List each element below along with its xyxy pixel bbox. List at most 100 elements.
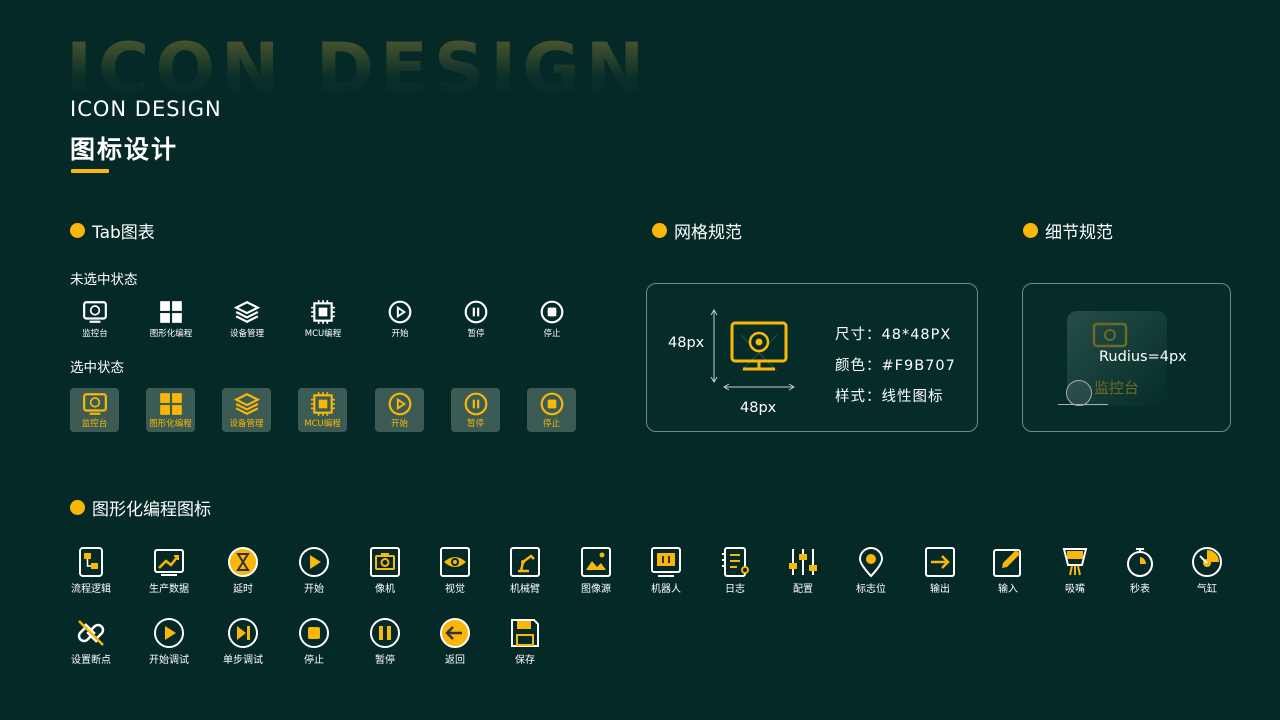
icon-nozzle[interactable]: 吸嘴 [1045,546,1105,595]
spec-size: 尺寸：48*48PX [835,327,952,343]
tab-pause-selected[interactable]: 暂停 [451,388,500,432]
debug-play-icon [154,618,184,648]
output-icon [925,547,955,577]
icon-production-data[interactable]: 生产数据 [139,546,199,595]
pause-icon [464,392,487,416]
section-grid-heading: 网格规范 [652,218,742,243]
icon-flag-position[interactable]: 标志位 [841,546,901,595]
icon-label: 开始 [304,584,324,595]
icon-log[interactable]: 日志 [705,546,765,595]
spec-style: 样式：线性图标 [835,389,944,405]
icon-robot-arm[interactable]: 机械臂 [495,546,555,595]
icon-start-debug[interactable]: 开始调试 [139,617,199,666]
tab-stop-selected[interactable]: 停止 [527,388,576,432]
tab-pause[interactable]: 暂停 [451,300,501,339]
chip-icon [311,300,335,324]
icon-stopwatch[interactable]: 秒表 [1110,546,1170,595]
icon-label: 停止 [304,655,324,666]
icon-stop-debug[interactable]: 停止 [284,617,344,666]
robot-arm-icon [510,547,540,577]
faded-monitor-icon [1092,322,1128,348]
tab-stop[interactable]: 停止 [527,300,577,339]
tab-label: 设备管理 [229,329,264,339]
tab-label: 图形化编程 [149,329,193,339]
image-icon [581,547,611,577]
faded-sample-label: 监控台 [1094,379,1140,397]
tab-start[interactable]: 开始 [375,300,425,339]
log-icon [722,547,749,577]
icon-input[interactable]: 输入 [978,546,1038,595]
icon-flow-logic[interactable]: 流程逻辑 [61,546,121,595]
tab-label: 暂停 [466,419,484,429]
icon-delay[interactable]: 延时 [213,546,273,595]
icon-vision[interactable]: 视觉 [425,546,485,595]
icon-start[interactable]: 开始 [284,546,344,595]
icon-config[interactable]: 配置 [773,546,833,595]
pause-icon [370,618,400,648]
chip-icon [310,392,335,416]
icon-label: 单步调试 [223,655,263,666]
icon-pause-debug[interactable]: 暂停 [355,617,415,666]
icon-label: 配置 [793,584,813,595]
icon-cylinder[interactable]: 气缸 [1177,546,1237,595]
tab-label: MCU编程 [304,419,341,429]
page-title: 图标设计 [70,135,179,164]
stop-icon [299,618,329,648]
tab-label: 暂停 [467,329,485,339]
selected-state-label: 选中状态 [70,360,124,376]
section-graphic-title: 图形化编程图标 [92,500,211,520]
icon-set-breakpoint[interactable]: 设置断点 [61,617,121,666]
play-icon [388,392,411,416]
icon-label: 标志位 [856,584,886,595]
icon-save[interactable]: 保存 [495,617,555,666]
breakpoint-icon [77,620,105,646]
gauge-icon [1192,547,1222,577]
icon-label: 秒表 [1130,584,1150,595]
icon-camera[interactable]: 像机 [355,546,415,595]
grid-blocks-icon [160,301,182,323]
flow-logic-icon [79,547,103,577]
width-label: 48px [740,400,777,416]
tab-monitor-selected[interactable]: 监控台 [70,388,119,432]
tab-graphic-programming[interactable]: 图形化编程 [146,300,196,339]
section-detail-title: 细节规范 [1045,223,1113,243]
spec-color: 颜色：#F9B707 [835,358,956,374]
icon-robot[interactable]: 机器人 [636,546,696,595]
stop-icon [540,392,563,416]
production-data-icon [154,549,184,576]
icon-step-debug[interactable]: 单步调试 [213,617,273,666]
tab-mcu-programming-selected[interactable]: MCU编程 [298,388,347,432]
icon-label: 返回 [445,655,465,666]
unselected-state-label: 未选中状态 [70,272,138,288]
location-pin-icon [858,547,884,578]
icon-image-source[interactable]: 图像源 [566,546,626,595]
icon-label: 输入 [998,584,1018,595]
radius-label: Rudius=4px [1099,349,1187,365]
title-english: ICON DESIGN [70,97,222,121]
sliders-icon [789,549,817,575]
save-icon [511,619,539,647]
icon-back[interactable]: 返回 [425,617,485,666]
icon-label: 生产数据 [149,584,189,595]
section-dot [1023,223,1038,238]
layers-icon [234,301,260,323]
stop-icon [540,300,564,324]
section-grid-title: 网格规范 [674,223,742,243]
tab-device-management-selected[interactable]: 设备管理 [222,388,271,432]
tab-start-selected[interactable]: 开始 [375,388,424,432]
nozzle-icon [1062,548,1088,576]
tab-monitor[interactable]: 监控台 [70,300,120,339]
icon-label: 视觉 [445,584,465,595]
tab-label: MCU编程 [304,329,342,339]
tab-device-management[interactable]: 设备管理 [222,300,272,339]
height-label: 48px [668,335,705,351]
section-graphic-heading: 图形化编程图标 [70,495,211,520]
section-dot [70,500,85,515]
tab-graphic-programming-selected[interactable]: 图形化编程 [146,388,195,432]
tab-label: 开始 [390,419,408,429]
icon-output[interactable]: 输出 [910,546,970,595]
eye-icon [440,547,470,577]
icon-label: 输出 [930,584,950,595]
layers-icon [233,393,260,415]
tab-mcu-programming[interactable]: MCU编程 [298,300,348,339]
